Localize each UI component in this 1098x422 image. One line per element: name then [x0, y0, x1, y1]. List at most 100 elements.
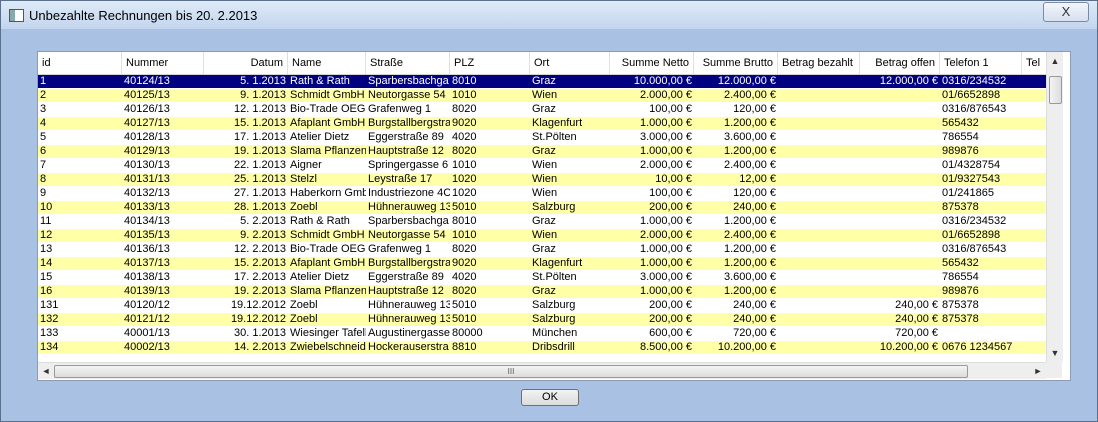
- cell-nummer: 40133/13: [124, 201, 170, 213]
- horizontal-scrollbar[interactable]: ◄ III ►: [38, 362, 1046, 379]
- cell-plz: 8810: [452, 341, 477, 353]
- cell-ort: Wien: [532, 173, 558, 185]
- cell-id: 10: [40, 201, 53, 213]
- cell-offen: [860, 117, 940, 130]
- cell-brutto: 240,00 €: [733, 313, 776, 325]
- cell-telefon: 875378: [942, 313, 979, 325]
- column-header-bezahlt[interactable]: Betrag bezahlt: [778, 52, 860, 74]
- vertical-scrollbar[interactable]: ▲ ▼: [1046, 52, 1063, 362]
- cell-tel2: [1022, 173, 1046, 186]
- cell-bezahlt: [778, 341, 860, 354]
- table-row[interactable]: 131 40120/12 19.12.2012 Zoebl Hühnerauweg 13…: [38, 299, 1046, 312]
- table-row[interactable]: 16 40139/13 19. 2.2013 Slama Pflanzend Haupt…: [38, 285, 1046, 298]
- table-row[interactable]: 11 40134/13 5. 2.2013 Rath & Rath Sparbersba…: [38, 215, 1046, 228]
- column-header-brutto[interactable]: Summe Brutto: [694, 52, 778, 74]
- dialog-client: id Nummer Datum Name Straße PLZ Ort Summe Netto…: [9, 31, 1089, 413]
- cell-telefon: 0316/876543: [942, 103, 1007, 115]
- vertical-scroll-thumb[interactable]: [1049, 76, 1062, 104]
- table-row[interactable]: 132 40121/12 19.12.2012 Zoebl Hühnerauweg 13…: [38, 313, 1046, 326]
- cell-tel2: [1022, 131, 1046, 144]
- cell-id: 16: [40, 285, 53, 297]
- cell-strasse: Hauptstraße 12: [368, 285, 444, 297]
- cell-strasse: Burgstallbergstra: [368, 257, 450, 269]
- cell-datum: 30. 1.2013: [234, 327, 286, 339]
- cell-plz: 5010: [452, 299, 477, 311]
- cell-datum: 19. 1.2013: [234, 145, 286, 157]
- cell-nummer: 40130/13: [124, 159, 170, 171]
- table-row[interactable]: 2 40125/13 9. 1.2013 Schmidt GmbH Neutorgass…: [38, 89, 1046, 102]
- table-row[interactable]: 133 40001/13 30. 1.2013 Wiesinger Tafelb Aug…: [38, 327, 1046, 340]
- column-header-telefon[interactable]: Telefon 1: [940, 52, 1022, 74]
- column-header-offen[interactable]: Betrag offen: [860, 52, 940, 74]
- cell-strasse: Sparbersbachga: [368, 215, 449, 227]
- cell-id: 8: [40, 173, 47, 185]
- table-row[interactable]: 9 40132/13 27. 1.2013 Haberkorn Gmb Industri…: [38, 187, 1046, 200]
- column-header-name[interactable]: Name: [288, 52, 366, 74]
- table-row[interactable]: 12 40135/13 9. 2.2013 Schmidt GmbH Neutorgas…: [38, 229, 1046, 242]
- cell-plz: 4020: [452, 271, 477, 283]
- table-row[interactable]: 6 40129/13 19. 1.2013 Slama Pflanzend Haupts…: [38, 145, 1046, 158]
- table-row[interactable]: 7 40130/13 22. 1.2013 Aigner Springergasse 6…: [38, 159, 1046, 172]
- cell-netto: 200,00 €: [649, 313, 692, 325]
- cell-telefon: 989876: [942, 145, 979, 157]
- scroll-right-icon[interactable]: ►: [1030, 363, 1046, 379]
- table-row[interactable]: 15 40138/13 17. 2.2013 Atelier Dietz Eggerst…: [38, 271, 1046, 284]
- table-row[interactable]: 4 40127/13 15. 1.2013 Afaplant GmbH Burgstal…: [38, 117, 1046, 130]
- cell-brutto: 2.400,00 €: [724, 159, 776, 171]
- table-row[interactable]: 13 40136/13 12. 2.2013 Bio-Trade OEG Grafenw…: [38, 243, 1046, 256]
- cell-bezahlt: [778, 257, 860, 270]
- column-header-id[interactable]: id: [38, 52, 122, 74]
- cell-plz: 1020: [452, 187, 477, 199]
- cell-nummer: 40001/13: [124, 327, 170, 339]
- invoice-grid[interactable]: id Nummer Datum Name Straße PLZ Ort Summe Netto…: [37, 51, 1071, 381]
- cell-nummer: 40138/13: [124, 271, 170, 283]
- cell-brutto: 10.200,00 €: [717, 341, 776, 353]
- column-header-plz[interactable]: PLZ: [450, 52, 530, 74]
- cell-plz: 1020: [452, 173, 477, 185]
- cell-offen: [860, 145, 940, 158]
- cell-ort: Salzburg: [532, 313, 576, 325]
- column-header-datum[interactable]: Datum: [204, 52, 288, 74]
- cell-nummer: 40131/13: [124, 173, 170, 185]
- cell-datum: 5. 1.2013: [240, 75, 286, 87]
- table-row[interactable]: 14 40137/13 15. 2.2013 Afaplant GmbH Burgsta…: [38, 257, 1046, 270]
- grid-rows: 1 40124/13 5. 1.2013 Rath & Rath Sparbersbac…: [38, 75, 1046, 360]
- cell-telefon: 01/4328754: [942, 159, 1001, 171]
- cell-nummer: 40121/12: [124, 313, 170, 325]
- cell-name: Schmidt GmbH: [290, 229, 365, 241]
- table-row[interactable]: 5 40128/13 17. 1.2013 Atelier Dietz Eggerstr…: [38, 131, 1046, 144]
- column-header-netto[interactable]: Summe Netto: [610, 52, 694, 74]
- scroll-up-icon[interactable]: ▲: [1047, 56, 1063, 66]
- scroll-down-icon[interactable]: ▼: [1047, 348, 1063, 358]
- column-header-ort[interactable]: Ort: [530, 52, 610, 74]
- cell-offen: [860, 187, 940, 200]
- cell-nummer: 40136/13: [124, 243, 170, 255]
- table-row[interactable]: 10 40133/13 28. 1.2013 Zoebl Hühnerauweg 13 5…: [38, 201, 1046, 214]
- cell-nummer: 40124/13: [124, 75, 170, 87]
- column-header-tel2[interactable]: Tel: [1022, 52, 1046, 74]
- close-button[interactable]: X: [1043, 2, 1089, 22]
- cell-tel2: [1022, 299, 1046, 312]
- table-row[interactable]: 1 40124/13 5. 1.2013 Rath & Rath Sparbersbac…: [38, 75, 1046, 88]
- cell-nummer: 40125/13: [124, 89, 170, 101]
- cell-strasse: Neutorgasse 54: [368, 89, 446, 101]
- cell-plz: 5010: [452, 201, 477, 213]
- scroll-left-icon[interactable]: ◄: [38, 363, 54, 379]
- column-header-strasse[interactable]: Straße: [366, 52, 450, 74]
- cell-offen: [860, 285, 940, 298]
- cell-datum: 17. 2.2013: [234, 271, 286, 283]
- cell-netto: 200,00 €: [649, 299, 692, 311]
- column-header-nummer[interactable]: Nummer: [122, 52, 204, 74]
- ok-button[interactable]: OK: [521, 389, 579, 406]
- horizontal-scroll-thumb[interactable]: III: [54, 365, 968, 378]
- cell-telefon: 01/9327543: [942, 173, 1001, 185]
- table-row[interactable]: 134 40002/13 14. 2.2013 Zwiebelschneide Hock…: [38, 341, 1046, 354]
- cell-plz: 1010: [452, 89, 477, 101]
- cell-netto: 100,00 €: [649, 187, 692, 199]
- cell-nummer: 40137/13: [124, 257, 170, 269]
- table-row[interactable]: 8 40131/13 25. 1.2013 Stelzl Leystraße 17 102…: [38, 173, 1046, 186]
- cell-plz: 1010: [452, 229, 477, 241]
- table-row[interactable]: 3 40126/13 12. 1.2013 Bio-Trade OEG Grafenwe…: [38, 103, 1046, 116]
- cell-offen: [860, 229, 940, 242]
- grid-header: id Nummer Datum Name Straße PLZ Ort Summe Netto…: [38, 52, 1046, 75]
